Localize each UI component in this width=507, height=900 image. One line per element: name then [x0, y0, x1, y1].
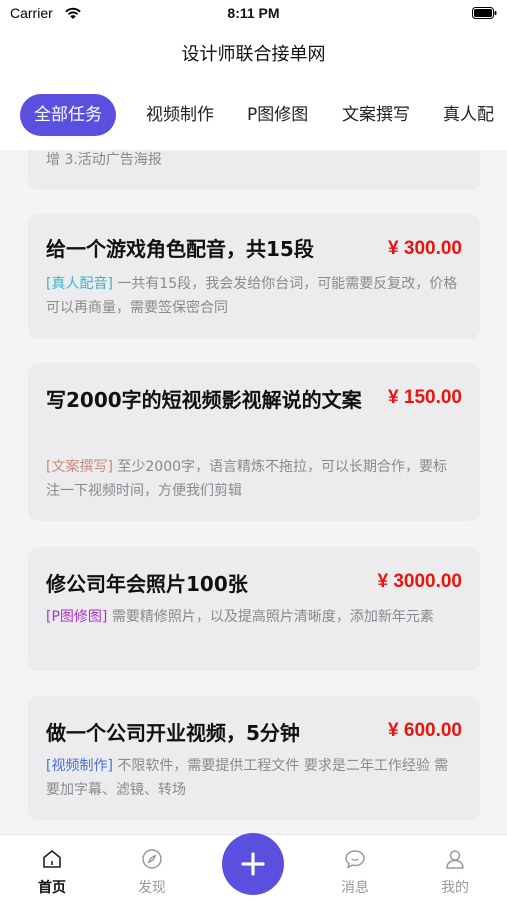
task-card-partial[interactable]: 增 3.活动广告海报 [28, 150, 480, 190]
task-tag: [真人配音] [46, 276, 113, 292]
task-price: ¥ 150.00 [388, 387, 462, 408]
task-tag: [P图修图] [46, 609, 108, 625]
tabbar-label: 发现 [138, 880, 166, 896]
status-time: 8:11 PM [227, 5, 280, 21]
tabbar-label: 消息 [341, 880, 369, 896]
task-title: 做一个公司开业视频，5分钟 [46, 721, 300, 745]
tabbar-label: 我的 [441, 880, 469, 896]
task-title: 写2000字的短视频影视解说的文案 [46, 388, 362, 412]
task-desc: 增 3.活动广告海报 [46, 152, 162, 168]
task-list: 增 3.活动广告海报 给一个游戏角色配音，共15段 ¥ 300.00 [真人配音… [0, 150, 507, 834]
user-icon [446, 850, 464, 869]
tabbar-mine[interactable]: 我的 [415, 835, 495, 900]
task-desc-block: [视频制作] 不限软件，需要提供工程文件 要求是二年工作经验 需要加字幕、滤镜、… [46, 754, 458, 802]
task-price: ¥ 3000.00 [377, 571, 462, 592]
task-price: ¥ 600.00 [388, 720, 462, 741]
task-desc-block: [P图修图] 需要精修照片，以及提高照片清晰度，添加新年元素 [46, 605, 458, 629]
compass-icon [142, 849, 162, 869]
tabbar-label: 首页 [38, 880, 66, 896]
task-card[interactable]: 修公司年会照片100张 ¥ 3000.00 [P图修图] 需要精修照片，以及提高… [28, 547, 480, 671]
app-screen: Carrier 8:11 PM 设计师联合接单网 全部任务 视频制作 P图修图 … [0, 0, 507, 900]
battery-icon [472, 7, 497, 19]
task-card[interactable]: 做一个公司开业视频，5分钟 ¥ 600.00 [视频制作] 不限软件，需要提供工… [28, 696, 480, 820]
chat-bubble-icon [345, 850, 365, 869]
tabbar-discover[interactable]: 发现 [112, 835, 192, 900]
page-title: 设计师联合接单网 [181, 44, 326, 65]
task-price: ¥ 300.00 [388, 238, 462, 259]
task-card[interactable]: 写2000字的短视频影视解说的文案 ¥ 150.00 [文案撰写] 至少2000… [28, 363, 480, 521]
tab-voice-acting[interactable]: 真人配 [443, 94, 494, 136]
tab-copywriting[interactable]: 文案撰写 [342, 94, 410, 136]
task-desc: 需要精修照片，以及提高照片清晰度，添加新年元素 [111, 609, 434, 625]
tab-all-tasks[interactable]: 全部任务 [20, 94, 116, 136]
tab-photo-retouch[interactable]: P图修图 [247, 94, 308, 136]
tabbar-messages[interactable]: 消息 [315, 835, 395, 900]
home-icon [43, 850, 61, 868]
plus-icon [241, 852, 265, 876]
task-title: 给一个游戏角色配音，共15段 [46, 237, 314, 261]
tab-video-production[interactable]: 视频制作 [146, 94, 214, 136]
category-tabs: 全部任务 视频制作 P图修图 文案撰写 真人配 [0, 90, 507, 140]
task-desc-block: [文案撰写] 至少2000字，语言精炼不拖拉，可以长期合作，要标注一下视频时间，… [46, 455, 458, 503]
task-tag: [文案撰写] [46, 459, 113, 475]
status-bar: Carrier 8:11 PM [0, 0, 507, 28]
task-card[interactable]: 给一个游戏角色配音，共15段 ¥ 300.00 [真人配音] 一共有15段，我会… [28, 214, 480, 339]
task-tag: [视频制作] [46, 758, 113, 774]
task-desc-block: [真人配音] 一共有15段，我会发给你台词，可能需要反复改，价格可以再商量，需要… [46, 272, 458, 320]
task-title: 修公司年会照片100张 [46, 572, 248, 596]
add-task-button[interactable] [222, 833, 284, 895]
tabbar-home[interactable]: 首页 [12, 835, 92, 900]
